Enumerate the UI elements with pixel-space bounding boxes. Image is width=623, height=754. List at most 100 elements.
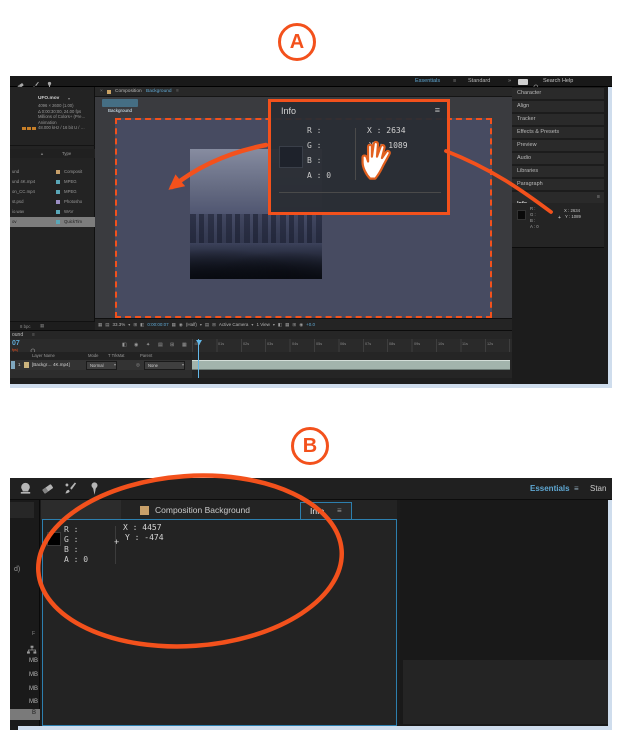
workspace-standard[interactable]: Standard bbox=[468, 78, 490, 84]
exposure-icon[interactable]: ◉ bbox=[299, 322, 303, 328]
workspace-menu-icon[interactable]: ≡ bbox=[453, 78, 456, 84]
column-mode[interactable]: Mode bbox=[88, 353, 98, 359]
close-icon[interactable]: × bbox=[100, 89, 103, 94]
label-color-chip[interactable] bbox=[56, 180, 60, 184]
workspace-overflow-icon[interactable]: » bbox=[508, 78, 511, 84]
composition-mini-flowchart-icon[interactable]: ◧ bbox=[122, 342, 127, 348]
label-color-chip[interactable] bbox=[56, 210, 60, 214]
channels-icon[interactable]: ◉ bbox=[179, 322, 183, 328]
pickwhip-icon[interactable]: ◎ bbox=[136, 362, 140, 368]
hide-shy-icon[interactable]: ✦ bbox=[146, 342, 150, 348]
selected-file-row[interactable]: B bbox=[10, 709, 40, 720]
search-help-label[interactable]: Search Help bbox=[543, 78, 573, 84]
sidebar-item-align[interactable]: Align bbox=[512, 101, 604, 112]
panel-menu-icon[interactable]: ≡ bbox=[597, 194, 600, 200]
parent-select[interactable]: None bbox=[144, 361, 185, 370]
chevron-down-icon[interactable]: ▾ bbox=[200, 322, 202, 327]
chevron-down-icon[interactable]: ▾ bbox=[251, 322, 253, 327]
type-column-header[interactable]: Type bbox=[62, 151, 71, 156]
snapshot-icon[interactable]: ▦ bbox=[172, 322, 176, 328]
magnification-icon[interactable]: ▦ bbox=[98, 322, 102, 328]
chevron-down-icon[interactable]: ▾ bbox=[182, 362, 184, 367]
column-parent[interactable]: Parent bbox=[140, 353, 152, 359]
column-layer-name[interactable]: Layer Name bbox=[32, 353, 55, 359]
file-row[interactable]: io.wav WAV bbox=[10, 207, 95, 217]
file-row[interactable]: on_CC.mp4 MPEG bbox=[10, 187, 95, 197]
sidebar-item-preview[interactable]: Preview bbox=[512, 140, 604, 151]
viewer-tab-prefix[interactable]: Composition bbox=[115, 89, 142, 94]
exposure-value[interactable]: +0.0 bbox=[306, 322, 315, 327]
timeline-tab[interactable]: ound bbox=[12, 332, 23, 338]
panel-menu-icon[interactable]: ≡ bbox=[337, 506, 342, 515]
timecode[interactable]: 0:00:00:07 bbox=[147, 322, 168, 327]
workspace-essentials[interactable]: Essentials bbox=[530, 484, 570, 493]
timeline-timecode[interactable]: 07 bbox=[12, 340, 20, 347]
draft-3d-icon[interactable]: ◉ bbox=[134, 342, 138, 348]
chevron-down-icon[interactable]: ▾ bbox=[68, 96, 70, 101]
workspace-standard[interactable]: Stan bbox=[590, 484, 606, 493]
panel-menu-icon[interactable]: ≡ bbox=[435, 105, 440, 115]
eraser-tool-icon[interactable] bbox=[40, 481, 55, 501]
chevron-down-icon[interactable]: ▾ bbox=[273, 322, 275, 327]
stock-icon[interactable] bbox=[518, 79, 528, 86]
timeline-ruler[interactable]: :00f 01s 02s 03s 04s 05s 06s 07s 08s 09s… bbox=[192, 339, 512, 352]
mask-toggle-icon[interactable]: ◧ bbox=[140, 322, 144, 328]
puppet-pin-tool-icon[interactable] bbox=[87, 481, 102, 501]
sidebar-item-paragraph[interactable]: Paragraph bbox=[512, 179, 604, 190]
workspace-essentials[interactable]: Essentials bbox=[415, 78, 440, 84]
blend-mode-select[interactable]: Normal bbox=[86, 361, 117, 370]
layer-name[interactable]: [Backgr… 4K.mp4] bbox=[32, 362, 70, 367]
view-layout-selector[interactable]: 1 View bbox=[256, 322, 269, 327]
comp-breadcrumb[interactable]: Background bbox=[102, 99, 138, 107]
footage-line: 48.000 kHz / 16 bit U / … bbox=[38, 125, 95, 131]
resolution[interactable]: (Half) bbox=[186, 322, 197, 327]
sidebar-info-header[interactable]: Info ≡ bbox=[512, 192, 604, 203]
grid-guides-icon[interactable]: ▤ bbox=[105, 322, 109, 328]
layer-row[interactable]: 1 [Backgr… 4K.mp4] Normal ▾ ◎ None ▾ bbox=[10, 360, 192, 370]
motion-blur-icon[interactable]: ⊞ bbox=[170, 342, 174, 348]
playhead-line[interactable] bbox=[198, 339, 199, 378]
timeline-button-icon[interactable]: ▦ bbox=[285, 322, 289, 328]
label-color-chip[interactable] bbox=[56, 170, 60, 174]
file-row-selected[interactable]: ov QuickTim bbox=[10, 217, 95, 227]
file-row[interactable]: und Composit bbox=[10, 167, 95, 177]
panel-menu-icon[interactable]: ≡ bbox=[32, 332, 35, 338]
file-row[interactable]: st.psd Photosho bbox=[10, 197, 95, 207]
pixel-aspect-icon[interactable]: ◧ bbox=[278, 322, 282, 328]
color-swatch bbox=[279, 146, 303, 168]
roi-icon[interactable]: ⊞ bbox=[133, 322, 137, 328]
tab-composition-background[interactable]: Composition Background bbox=[155, 505, 250, 515]
clone-stamp-tool-icon[interactable] bbox=[18, 481, 33, 501]
label-color-chip[interactable] bbox=[56, 200, 60, 204]
layer-label-chip[interactable] bbox=[11, 361, 15, 369]
sidebar-item-audio[interactable]: Audio bbox=[512, 153, 604, 164]
camera-selector[interactable]: Active Camera bbox=[219, 322, 249, 327]
viewer-tab-name[interactable]: Background bbox=[146, 89, 172, 94]
region-icon[interactable]: ▤ bbox=[205, 322, 209, 328]
label-color-chip[interactable] bbox=[56, 190, 60, 194]
chevron-down-icon[interactable]: ▾ bbox=[128, 322, 130, 327]
sidebar-item-libraries[interactable]: Libraries bbox=[512, 166, 604, 177]
graph-editor-icon[interactable]: ▦ bbox=[182, 342, 187, 348]
tab-info[interactable]: Info ≡ bbox=[300, 502, 352, 520]
sort-asc-icon[interactable]: ▲ bbox=[40, 151, 44, 156]
column-trkmat[interactable]: T TrkMat bbox=[108, 353, 124, 359]
floating-info-panel[interactable]: Info ≡ R : G : B : A : 0 X : 2634 Y : 10… bbox=[268, 99, 450, 215]
workspace-menu-icon[interactable]: ≡ bbox=[574, 484, 579, 493]
bit-depth-label[interactable]: 8 bpc bbox=[20, 324, 31, 329]
sidebar-item-effects-presets[interactable]: Effects & Presets bbox=[512, 127, 604, 138]
rotobrush-tool-icon[interactable] bbox=[63, 481, 78, 501]
label-color-chip[interactable] bbox=[56, 220, 60, 224]
flowchart-icon[interactable]: ⊞ bbox=[292, 322, 296, 328]
transparency-grid-icon[interactable]: ⊞ bbox=[212, 322, 216, 328]
sidebar-item-character[interactable]: Character bbox=[512, 88, 604, 99]
project-footer-icon[interactable]: ▦ bbox=[40, 323, 44, 329]
viewer-tab-menu-icon[interactable]: ≡ bbox=[176, 89, 179, 94]
sidebar-item-tracker[interactable]: Tracker bbox=[512, 114, 604, 125]
playhead-marker[interactable] bbox=[196, 340, 202, 345]
frame-blend-icon[interactable]: ▤ bbox=[158, 342, 163, 348]
chevron-down-icon[interactable]: ▾ bbox=[114, 362, 116, 367]
zoom-level[interactable]: 33.3% bbox=[113, 322, 126, 327]
layer-duration-bar[interactable] bbox=[192, 360, 510, 370]
file-row[interactable]: und 4K.mp4 MPEG bbox=[10, 177, 95, 187]
